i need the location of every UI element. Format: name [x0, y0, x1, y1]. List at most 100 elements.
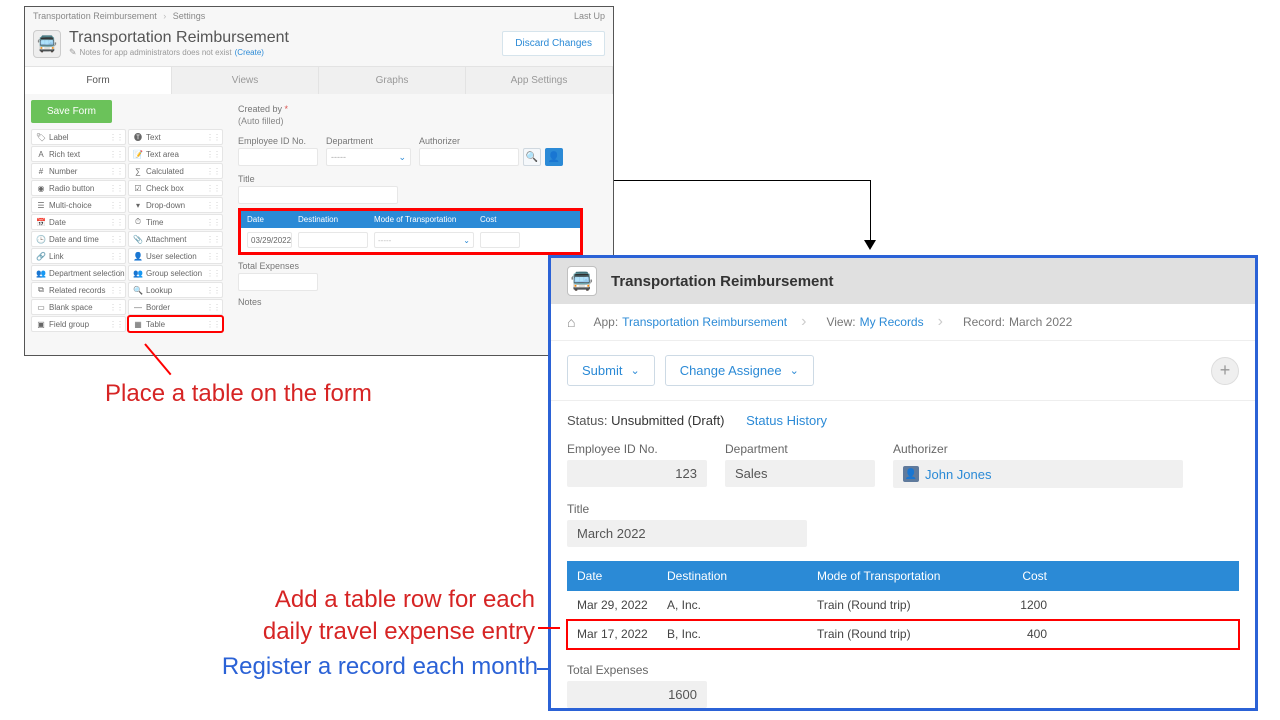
- field-attachment[interactable]: 📎Attachment⋮⋮: [128, 231, 223, 247]
- crumb-app-link[interactable]: Transportation Reimbursement: [622, 315, 787, 329]
- field-type-icon: 🅣: [133, 132, 143, 142]
- field-multi-choice[interactable]: ☰Multi-choice⋮⋮: [31, 197, 126, 213]
- cell-destination[interactable]: [298, 232, 368, 248]
- total-input[interactable]: [238, 273, 318, 291]
- field-radio-button[interactable]: ◉Radio button⋮⋮: [31, 180, 126, 196]
- field-group-selection[interactable]: 👥Group selection⋮⋮: [128, 265, 223, 281]
- label-title: Title: [238, 174, 583, 184]
- callout-place-table: Place a table on the form: [105, 380, 372, 408]
- col-date: Date: [567, 569, 667, 583]
- crumb-view-link[interactable]: My Records: [860, 315, 924, 329]
- field-type-icon: ▦: [133, 319, 143, 329]
- field-blank-space[interactable]: ▭Blank space⋮⋮: [31, 299, 126, 315]
- field-text-area[interactable]: 📝Text area⋮⋮: [128, 146, 223, 162]
- label-total: Total Expenses: [238, 261, 583, 271]
- col-mode: Mode of Transportation: [817, 569, 987, 583]
- label-total: Total Expenses: [567, 663, 707, 677]
- created-by-auto: (Auto filled): [238, 116, 583, 126]
- col-mode: Mode of Transportation: [374, 215, 474, 224]
- field-type-icon: 🔗: [36, 251, 46, 261]
- field-border[interactable]: —Border⋮⋮: [128, 299, 223, 315]
- cell-cost[interactable]: [480, 232, 520, 248]
- field-text[interactable]: 🅣Text⋮⋮: [128, 129, 223, 145]
- crumb-app[interactable]: Transportation Reimbursement: [33, 11, 157, 21]
- value-department: Sales: [725, 460, 875, 487]
- label-department: Department: [326, 136, 411, 146]
- form-table-field[interactable]: Date Destination Mode of Transportation …: [238, 208, 583, 255]
- field-type-icon: ⧉: [36, 285, 46, 295]
- table-row[interactable]: Mar 17, 2022B, Inc.Train (Round trip)400: [567, 620, 1239, 649]
- field-rich-text[interactable]: ARich text⋮⋮: [31, 146, 126, 162]
- add-record-button[interactable]: +: [1211, 357, 1239, 385]
- field-date[interactable]: 📅Date⋮⋮: [31, 214, 126, 230]
- field-type-icon: 📎: [133, 234, 143, 244]
- field-department-selection[interactable]: 👥Department selection⋮⋮: [31, 265, 126, 281]
- value-title: March 2022: [567, 520, 807, 547]
- department-select[interactable]: -----⌄: [326, 148, 411, 166]
- change-assignee-button[interactable]: Change Assignee⌄: [665, 355, 814, 386]
- record-header: 🚍 Transportation Reimbursement: [551, 258, 1255, 304]
- user-picker-icon[interactable]: 👤: [545, 148, 563, 166]
- search-icon[interactable]: 🔍: [523, 148, 541, 166]
- field-lookup[interactable]: 🔍Lookup⋮⋮: [128, 282, 223, 298]
- app-title: Transportation Reimbursement: [69, 29, 289, 47]
- field-time[interactable]: ⏱Time⋮⋮: [128, 214, 223, 230]
- cell-mode: Train (Round trip): [817, 598, 987, 612]
- table-row[interactable]: Mar 29, 2022A, Inc.Train (Round trip)120…: [567, 591, 1239, 620]
- connector-line: [870, 180, 871, 244]
- field-type-icon: ▾: [133, 200, 143, 210]
- tab-app-settings[interactable]: App Settings: [466, 67, 613, 94]
- field-type-icon: 👤: [133, 251, 143, 261]
- admin-header: 🚍 Transportation Reimbursement ✎ Notes f…: [25, 25, 613, 66]
- cell-date[interactable]: 03/29/2022: [247, 232, 292, 248]
- discard-changes-button[interactable]: Discard Changes: [502, 31, 605, 56]
- field-field-group[interactable]: ▣Field group⋮⋮: [31, 316, 126, 332]
- field-type-icon: ▭: [36, 302, 46, 312]
- crumb-app-label: App:: [593, 315, 618, 329]
- field-check-box[interactable]: ☑Check box⋮⋮: [128, 180, 223, 196]
- status-history-link[interactable]: Status History: [746, 413, 827, 428]
- label-notes: Notes: [238, 297, 583, 307]
- field-date-and-time[interactable]: 🕒Date and time⋮⋮: [31, 231, 126, 247]
- tab-views[interactable]: Views: [172, 67, 319, 94]
- employee-id-input[interactable]: [238, 148, 318, 166]
- value-authorizer[interactable]: 👤John Jones: [893, 460, 1183, 488]
- record-table-header: Date Destination Mode of Transportation …: [567, 561, 1239, 591]
- save-form-button[interactable]: Save Form: [31, 100, 112, 123]
- field-related-records[interactable]: ⧉Related records⋮⋮: [31, 282, 126, 298]
- label-employee-id: Employee ID No.: [238, 136, 318, 146]
- field-user-selection[interactable]: 👤User selection⋮⋮: [128, 248, 223, 264]
- tab-form[interactable]: Form: [25, 67, 172, 94]
- connector-line: [614, 180, 870, 181]
- field-number[interactable]: #Number⋮⋮: [31, 163, 126, 179]
- callout-connector: [537, 668, 551, 670]
- record-breadcrumb: ⌂ App: Transportation Reimbursement View…: [551, 304, 1255, 341]
- field-type-icon: 🕒: [36, 234, 46, 244]
- cell-mode[interactable]: -----⌄: [374, 232, 474, 248]
- app-icon: 🚍: [33, 30, 61, 58]
- label-employee-id: Employee ID No.: [567, 442, 707, 456]
- field-type-icon: ⏱: [133, 217, 143, 227]
- field-link[interactable]: 🔗Link⋮⋮: [31, 248, 126, 264]
- field-label[interactable]: 🏷Label⋮⋮: [31, 129, 126, 145]
- note-create-link[interactable]: (Create): [235, 48, 264, 57]
- submit-button[interactable]: Submit⌄: [567, 355, 655, 386]
- home-icon[interactable]: ⌂: [567, 314, 575, 330]
- cell-destination: B, Inc.: [667, 627, 817, 641]
- tab-graphs[interactable]: Graphs: [319, 67, 466, 94]
- cell-cost: 400: [987, 627, 1057, 641]
- authorizer-input[interactable]: [419, 148, 519, 166]
- callout-add-row: Add a table row for each daily travel ex…: [115, 584, 535, 649]
- cell-mode: Train (Round trip): [817, 627, 987, 641]
- cell-date: Mar 17, 2022: [567, 627, 667, 641]
- field-table[interactable]: ▦Table⋮⋮: [128, 316, 223, 332]
- field-calculated[interactable]: ∑Calculated⋮⋮: [128, 163, 223, 179]
- field-drop-down[interactable]: ▾Drop-down⋮⋮: [128, 197, 223, 213]
- field-type-icon: A: [36, 149, 46, 159]
- app-icon: 🚍: [567, 266, 597, 296]
- admin-tabs: Form Views Graphs App Settings: [25, 66, 613, 94]
- chevron-down-icon: ⌄: [790, 364, 799, 377]
- chevron-down-icon: ⌄: [630, 364, 639, 377]
- title-input[interactable]: [238, 186, 398, 204]
- record-app-title: Transportation Reimbursement: [611, 273, 834, 290]
